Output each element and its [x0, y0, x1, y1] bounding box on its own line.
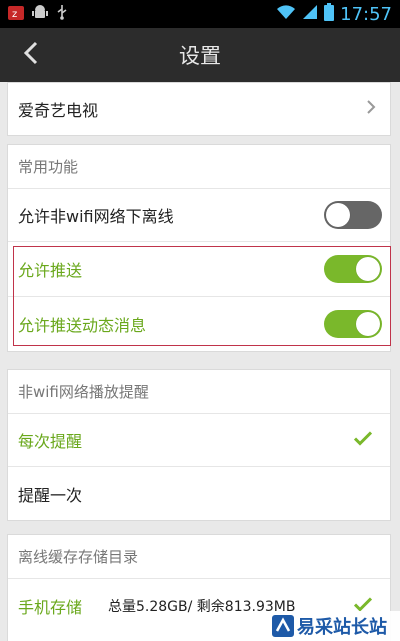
toggle-knob — [356, 257, 380, 281]
site-logo-icon — [272, 615, 294, 637]
app-item-label: 爱奇艺电视 — [18, 101, 99, 120]
chevron-right-icon — [366, 99, 376, 119]
toggle-knob — [356, 312, 380, 336]
z-app-icon: z — [8, 5, 24, 24]
allow-push-dynamic-row[interactable]: 允许推送动态消息 — [8, 296, 390, 351]
non-wifi-reminder-card: 非wifi网络播放提醒 每次提醒 提醒一次 — [7, 369, 391, 521]
title-bar: 设置 — [0, 28, 400, 82]
chevron-left-icon — [21, 40, 41, 70]
section-header-common: 常用功能 — [8, 145, 390, 189]
remind-once-option[interactable]: 提醒一次 — [8, 466, 390, 520]
svg-text:z: z — [12, 9, 17, 20]
battery-icon — [324, 3, 335, 25]
section-header-storage: 离线缓存存储目录 — [8, 535, 390, 579]
remind-every-time-label: 每次提醒 — [18, 432, 83, 451]
usb-icon — [56, 4, 68, 24]
remind-once-label: 提醒一次 — [18, 485, 83, 505]
allow-push-dynamic-label: 允许推送动态消息 — [18, 316, 147, 335]
allow-push-dynamic-toggle[interactable] — [324, 310, 382, 338]
back-button[interactable] — [14, 38, 48, 72]
android-icon — [32, 4, 48, 24]
watermark-text: 易采站长站 — [297, 617, 387, 638]
section-header-reminder: 非wifi网络播放提醒 — [8, 370, 390, 414]
common-features-card: 常用功能 允许非wifi网络下离线 允许推送 允许推送动态消息 — [7, 144, 391, 352]
checkmark-icon — [353, 431, 373, 450]
signal-icon — [302, 4, 318, 24]
page-title: 设置 — [179, 44, 221, 68]
allow-push-toggle[interactable] — [324, 255, 382, 283]
wifi-icon — [276, 4, 296, 24]
allow-offline-non-wifi-label: 允许非wifi网络下离线 — [18, 207, 174, 226]
toggle-knob — [326, 203, 350, 227]
app-card: 爱奇艺电视 — [7, 82, 391, 136]
clock: 17:57 — [340, 3, 392, 25]
status-bar: z 17:57 — [0, 0, 400, 28]
allow-offline-non-wifi-row[interactable]: 允许非wifi网络下离线 — [8, 189, 390, 241]
watermark: 易采站长站 — [268, 611, 400, 641]
phone-storage-label: 手机存储 — [18, 598, 83, 617]
allow-offline-non-wifi-toggle[interactable] — [324, 201, 382, 229]
remind-every-time-option[interactable]: 每次提醒 — [8, 414, 390, 466]
allow-push-row[interactable]: 允许推送 — [8, 241, 390, 296]
allow-push-label: 允许推送 — [18, 261, 83, 280]
app-item-row[interactable]: 爱奇艺电视 — [8, 83, 390, 135]
